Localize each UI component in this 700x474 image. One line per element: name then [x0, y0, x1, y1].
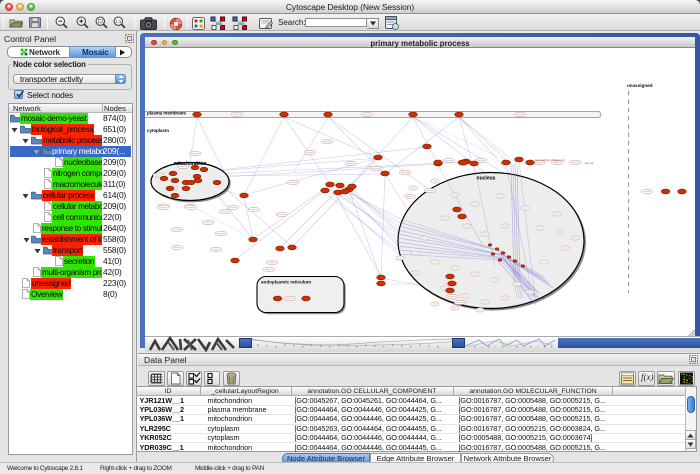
- svg-text:endoplasmic reticulum: endoplasmic reticulum: [261, 279, 311, 284]
- svg-text:mitochondrion: mitochondrion: [174, 161, 207, 167]
- svg-text:plasma membrane: plasma membrane: [147, 110, 186, 115]
- svg-text:nucleus: nucleus: [477, 175, 496, 181]
- svg-text:unassigned: unassigned: [627, 83, 653, 88]
- svg-text:1:1: 1:1: [115, 19, 121, 24]
- svg-text:[scr-a]: [scr-a]: [585, 161, 594, 165]
- svg-text:[som-a][som-b][som-c]: [som-a][som-b][som-c]: [535, 158, 565, 162]
- svg-text:cytoplasm: cytoplasm: [147, 128, 169, 133]
